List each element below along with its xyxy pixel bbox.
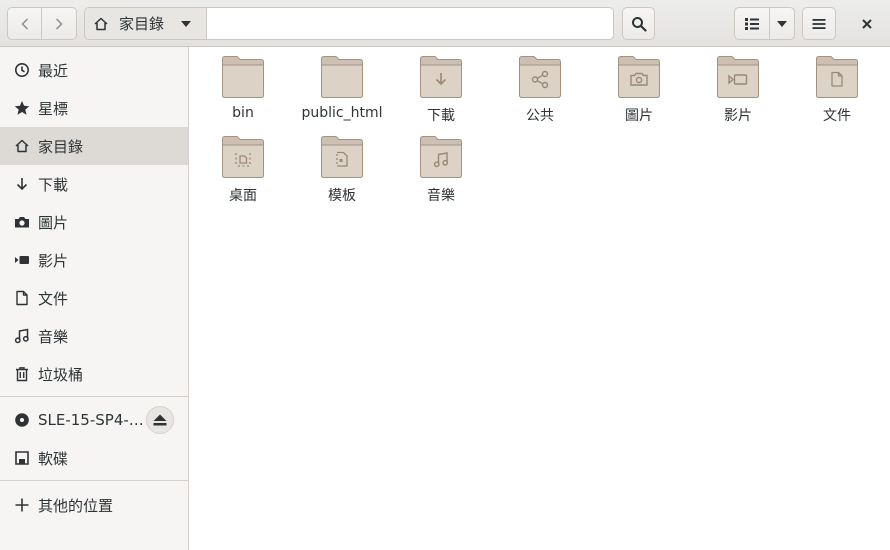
path-bar: 家目錄 — [84, 7, 614, 40]
navigation-buttons — [7, 7, 77, 40]
sidebar-item-videos[interactable]: 影片 — [0, 241, 188, 279]
sidebar-item-pictures[interactable]: 圖片 — [0, 203, 188, 241]
folder-item[interactable]: 音樂 — [395, 135, 487, 213]
sidebar-item-label: 星標 — [38, 99, 69, 118]
home-icon — [94, 17, 108, 30]
breadcrumb-home[interactable]: 家目錄 — [85, 8, 207, 39]
folder-item[interactable]: 模板 — [296, 135, 388, 213]
hamburger-menu-icon — [812, 18, 826, 29]
sidebar-item-label: SLE-15-SP4-… — [38, 411, 144, 429]
sidebar-item-other-locations[interactable]: 其他的位置 — [0, 486, 188, 524]
download-icon — [14, 176, 30, 192]
sidebar-item-starred[interactable]: 星標 — [0, 89, 188, 127]
sidebar-divider — [0, 396, 188, 397]
sidebar-item-documents[interactable]: 文件 — [0, 279, 188, 317]
folder-item[interactable]: 公共 — [494, 55, 586, 133]
folder-item[interactable]: 影片 — [692, 55, 784, 133]
sidebar-item-floppy[interactable]: 軟碟 — [0, 439, 188, 477]
folder-icon — [717, 56, 759, 98]
file-view: bin public_html 下載 公共 圖片 影片 文件 桌面 模板 音樂 — [189, 47, 890, 550]
folder-name: 圖片 — [625, 108, 653, 124]
video-icon — [14, 252, 30, 268]
forward-button[interactable] — [42, 7, 77, 40]
folder-name: 影片 — [724, 108, 752, 124]
header-bar: 家目錄 — [0, 0, 890, 47]
sidebar-item-label: 家目錄 — [38, 137, 84, 156]
folder-name: 文件 — [823, 108, 851, 124]
sidebar-item-label: 垃圾桶 — [38, 365, 84, 384]
sidebar-item-home[interactable]: 家目錄 — [0, 127, 188, 165]
folder-icon — [618, 56, 660, 98]
list-view-icon — [745, 17, 759, 30]
folder-icon — [222, 136, 264, 178]
document-icon — [14, 290, 30, 306]
sidebar-item-label: 文件 — [38, 289, 69, 308]
sidebar-item-label: 軟碟 — [38, 449, 69, 468]
sidebar-item-label: 音樂 — [38, 327, 69, 346]
folder-icon — [420, 136, 462, 178]
chevron-down-icon — [777, 20, 787, 27]
folder-name: 模板 — [328, 188, 356, 204]
search-button[interactable] — [622, 7, 655, 40]
sidebar-item-label: 最近 — [38, 61, 69, 80]
camera-icon — [14, 214, 30, 230]
folder-item[interactable]: public_html — [296, 55, 388, 133]
folder-item[interactable]: 桌面 — [197, 135, 289, 213]
floppy-icon — [14, 450, 30, 466]
sidebar-item-label: 影片 — [38, 251, 69, 270]
sidebar: 最近 星標 家目錄 下載 圖片 影片 文件 音樂 垃圾桶 SLE-15-SP4-… — [0, 47, 189, 550]
back-button[interactable] — [7, 7, 42, 40]
eject-icon — [153, 414, 167, 426]
chevron-right-icon — [55, 17, 63, 30]
sidebar-item-recent[interactable]: 最近 — [0, 51, 188, 89]
sidebar-item-trash[interactable]: 垃圾桶 — [0, 355, 188, 393]
view-list-button[interactable] — [734, 7, 770, 40]
folder-name: 下載 — [427, 108, 455, 124]
folder-icon — [321, 56, 363, 98]
folder-item[interactable]: 文件 — [791, 55, 883, 133]
sidebar-item-music[interactable]: 音樂 — [0, 317, 188, 355]
clock-icon — [14, 62, 30, 78]
view-options-button[interactable] — [769, 7, 795, 40]
folder-name: 音樂 — [427, 188, 455, 204]
folder-icon — [816, 56, 858, 98]
plus-icon — [14, 497, 30, 513]
sidebar-item-label: 圖片 — [38, 213, 69, 232]
folder-name: 桌面 — [229, 188, 257, 204]
disc-icon — [14, 412, 30, 428]
chevron-down-icon — [181, 20, 192, 27]
folder-name: public_html — [301, 105, 383, 121]
chevron-left-icon — [20, 17, 28, 30]
menu-button[interactable] — [802, 7, 836, 40]
close-icon — [862, 18, 872, 29]
close-button[interactable] — [852, 7, 882, 40]
sidebar-divider — [0, 480, 188, 481]
breadcrumb-label: 家目錄 — [119, 15, 165, 33]
star-icon — [14, 100, 30, 116]
music-icon — [14, 328, 30, 344]
folder-name: bin — [232, 105, 254, 121]
sidebar-item-label: 下載 — [38, 175, 69, 194]
folder-item[interactable]: 圖片 — [593, 55, 685, 133]
folder-name: 公共 — [526, 108, 554, 124]
folder-icon — [321, 136, 363, 178]
sidebar-item-label: 其他的位置 — [38, 496, 114, 515]
home-icon — [14, 138, 30, 154]
folder-icon — [222, 56, 264, 98]
sidebar-item-downloads[interactable]: 下載 — [0, 165, 188, 203]
folder-item[interactable]: 下載 — [395, 55, 487, 133]
folder-icon — [420, 56, 462, 98]
folder-icon — [519, 56, 561, 98]
trash-icon — [14, 366, 30, 382]
folder-item[interactable]: bin — [197, 55, 289, 133]
search-icon — [631, 16, 647, 32]
eject-button[interactable] — [146, 406, 174, 434]
